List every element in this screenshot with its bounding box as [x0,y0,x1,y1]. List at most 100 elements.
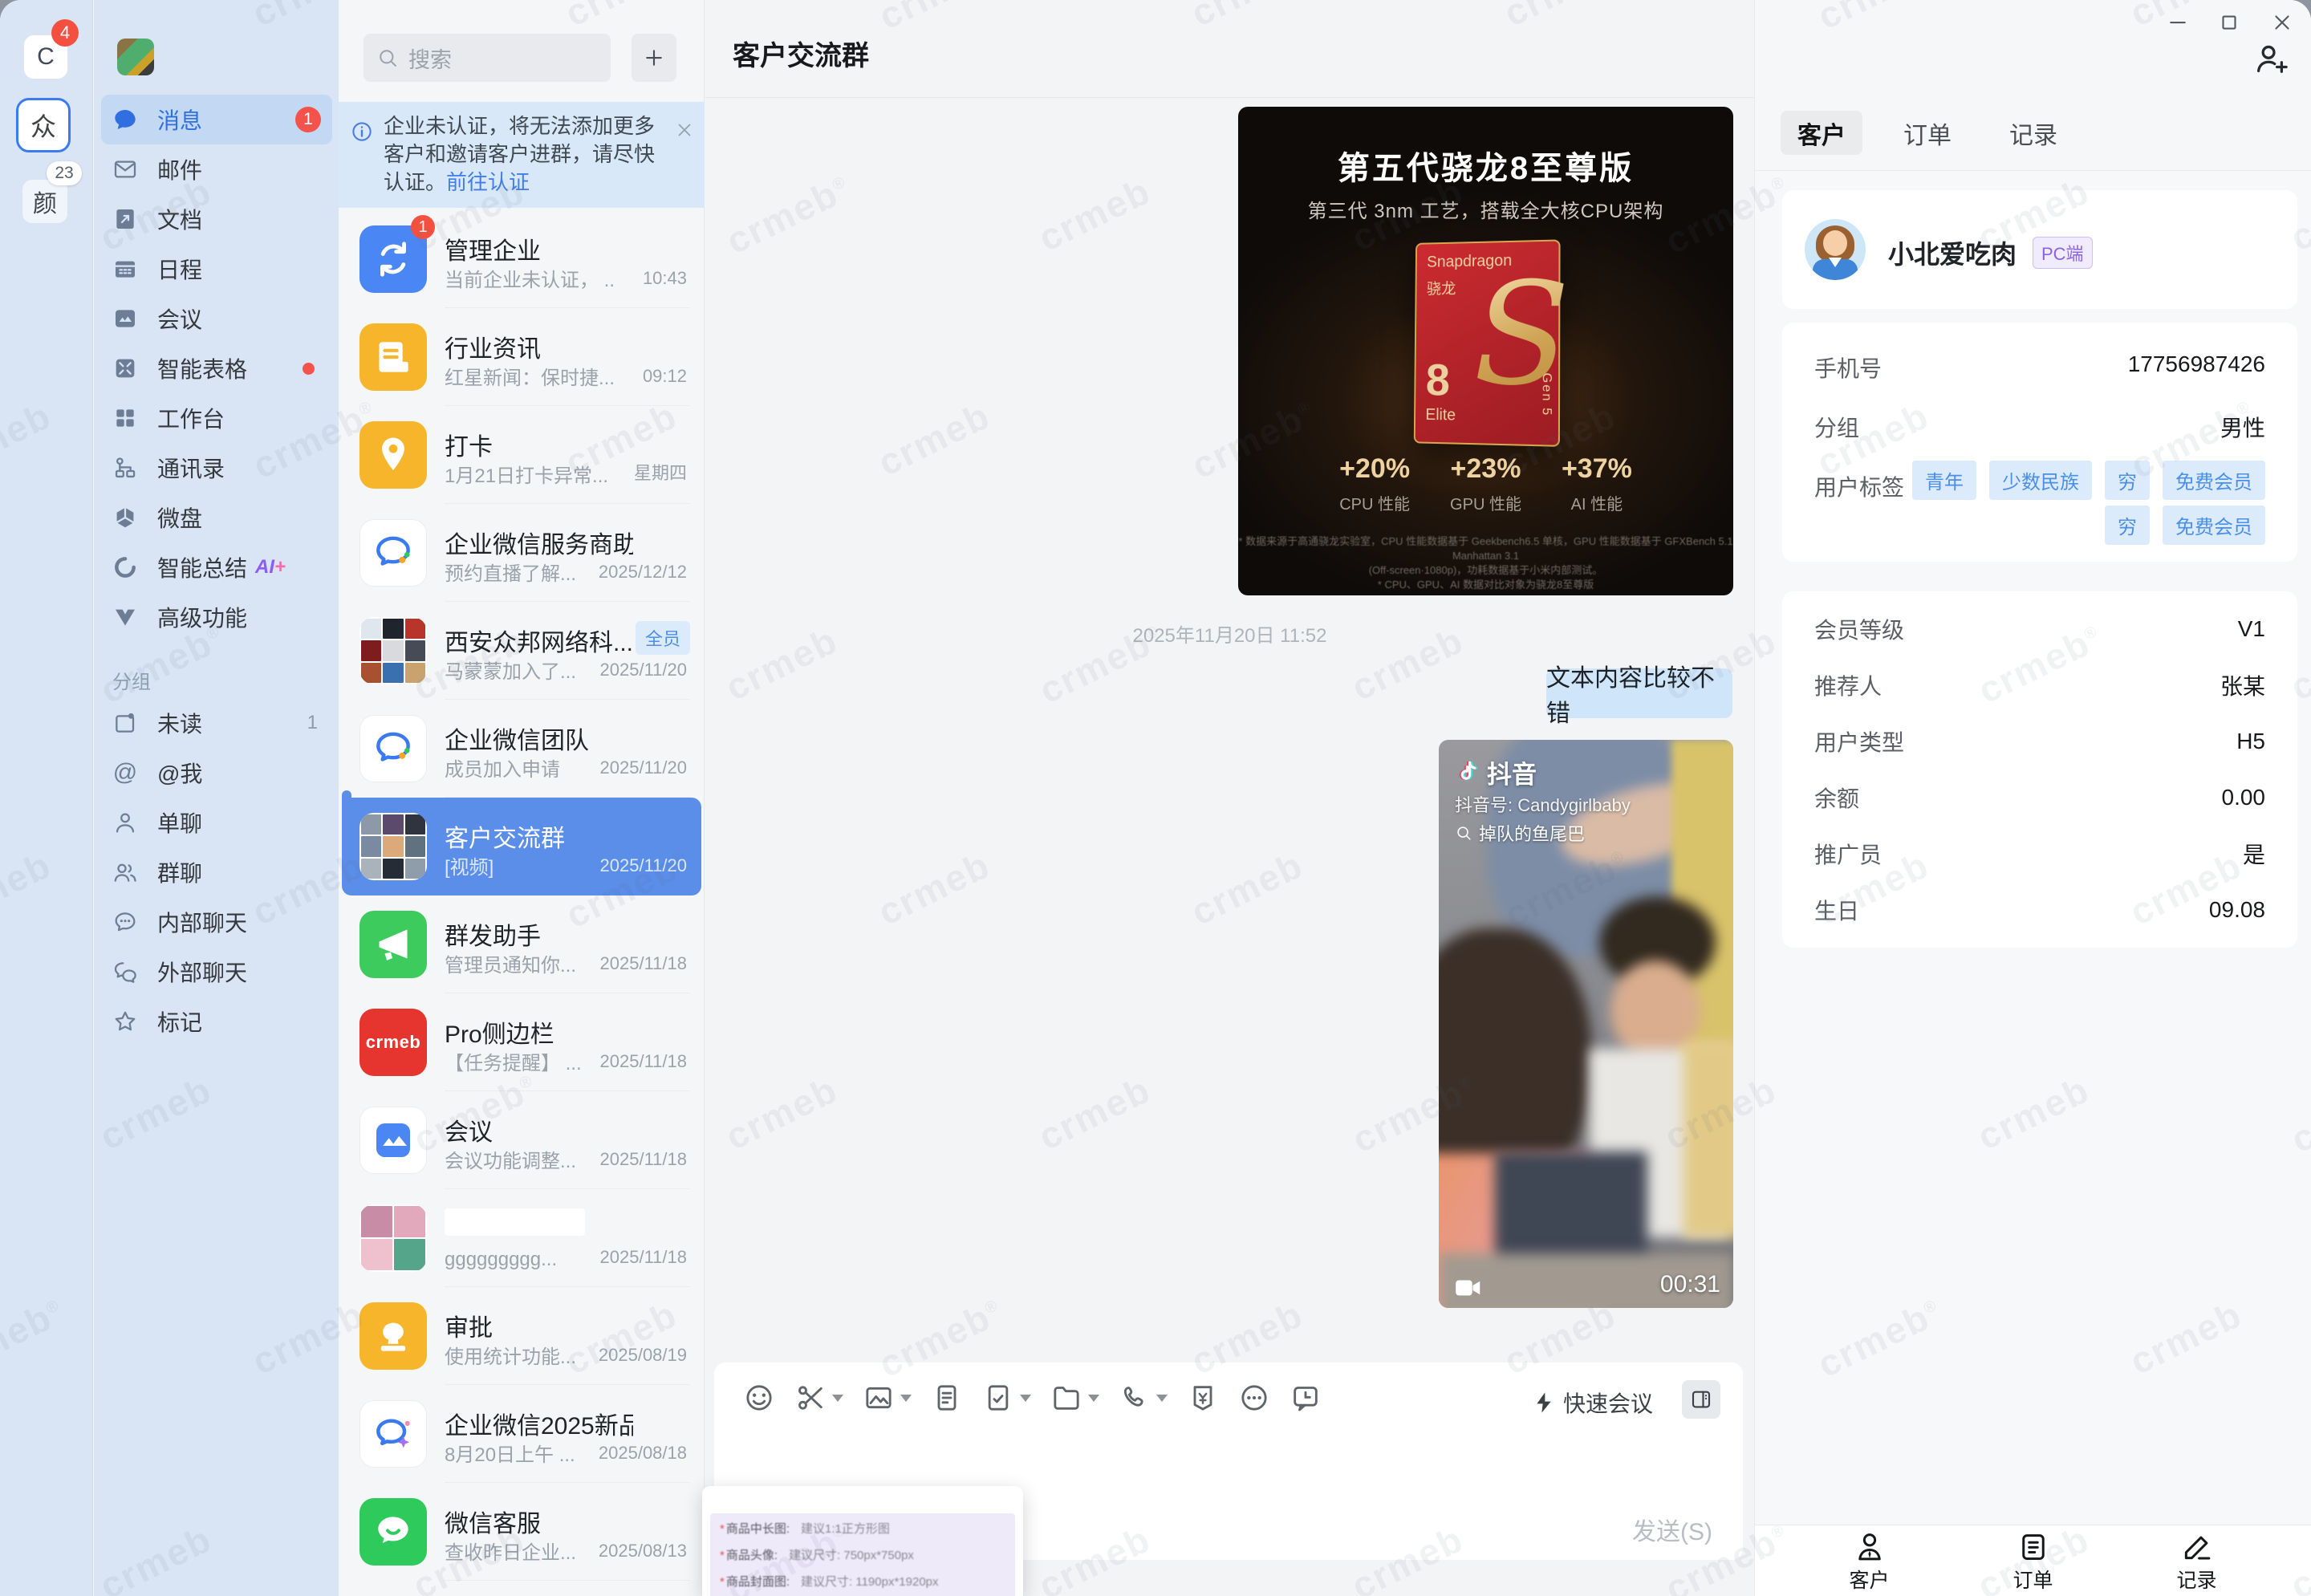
chat-list-item-0[interactable]: 1 管理企业 当前企业未认证， ... 10:43 [342,210,701,308]
send-button[interactable]: 发送(S) [1632,1512,1712,1547]
workspace-strip: 4 C 众 23 颜 [0,0,93,1596]
image-button[interactable] [863,1382,912,1414]
sidebar-item-6[interactable]: 工作台 [101,393,332,443]
footer-tab-客户[interactable]: 客户 [1834,1530,1906,1596]
minimize-button[interactable] [2162,6,2194,39]
internal-chat-icon [115,912,136,932]
summary-icon [115,557,136,578]
file-button[interactable] [931,1382,963,1414]
bolt-icon [1531,1390,1557,1415]
chat-list-item-10[interactable]: ggggggggg... 2025/11/18 [342,1189,701,1287]
douyin-logo: 抖音 [1453,754,1537,790]
image-message[interactable]: 第五代骁龙8至尊版 第三代 3nm 工艺，搭载全大核CPU架构 Snapdrag… [1238,107,1733,595]
sidebar-group-5[interactable]: 外部聊天 [101,947,332,997]
sidebar-item-10[interactable]: 高级功能 [101,592,332,642]
pin-icon [382,437,404,471]
history-button[interactable] [1290,1382,1322,1414]
chat-item-title: 管理企业 [445,238,541,265]
chat-list-item-7[interactable]: 群发助手 管理员通知你... 2025/11/18 [342,895,701,993]
sidebar-item-0[interactable]: 消息 1 [101,95,332,144]
quick-meeting-button[interactable]: 快速会议 [1531,1387,1653,1419]
video-message[interactable]: 抖音 抖音号: Candygirlbaby 掉队的鱼尾巴 00:31 [1439,740,1733,1308]
sidebar-item-7[interactable]: 通讯录 [101,443,332,493]
maximize-button[interactable] [2213,6,2245,39]
sidebar-item-label: 会议 [157,307,203,332]
user-tag[interactable]: 免费会员 [2163,506,2265,545]
crm-tab-0[interactable]: 客户 [1781,111,1862,155]
chevron-down-icon[interactable] [1020,1394,1031,1402]
chevron-down-icon[interactable] [900,1394,912,1402]
product-form-popup[interactable]: * 商品中长图: 建议1:1正方形图 * 商品头像: 建议尺寸: 750px*750px *… [702,1486,1023,1596]
chat-list-item-6[interactable]: 客户交流群 [视频] 2025/11/20 [342,798,701,895]
add-chat-button[interactable] [632,34,676,82]
chat-list-item-13[interactable]: 微信客服 查收昨日企业... 2025/08/13 [342,1483,701,1581]
snapdragon-footnote: * 数据来源于高通骁龙实验室，CPU 性能数据基于 Geekbench6.5 单… [1238,535,1733,591]
sidebar-item-9[interactable]: 智能总结 AI+ [101,542,332,592]
sidebar-item-3[interactable]: 日程 [101,244,332,294]
close-notice-icon[interactable] [674,120,695,140]
chat-list-item-5[interactable]: 企业微信团队 成员加入申请 2025/11/20 [342,700,701,798]
search-input[interactable]: 搜索 [364,34,611,82]
sidebar-group-6[interactable]: 标记 [101,997,332,1046]
history-icon [1294,1387,1318,1411]
chat-list-item-12[interactable]: 企业微信2025新品发布 8月20日上午 ... 2025/08/18 [342,1385,701,1483]
chat-list-item-9[interactable]: 会议 会议功能调整... 2025/11/18 [342,1091,701,1189]
sidebar-item-1[interactable]: 邮件 [101,144,332,194]
chevron-down-icon[interactable] [1088,1394,1099,1402]
sidebar-group-1[interactable]: @ @我 [101,748,332,798]
sidebar-toggle-button[interactable] [1682,1380,1720,1419]
crm-tab-1[interactable]: 订单 [1887,111,1968,155]
chat-list-item-8[interactable]: crmeb Pro侧边栏 【任务提醒】 ... 2025/11/18 [342,993,701,1091]
workspace-item-yan[interactable]: 颜 [22,180,67,223]
user-tag[interactable]: 青年 [1912,461,1976,500]
avatar[interactable] [117,39,154,75]
red-packet-button[interactable] [1187,1382,1219,1414]
user-tag[interactable]: 少数民族 [1989,461,2092,500]
close-button[interactable] [2266,6,2298,39]
chevron-down-icon[interactable] [1156,1394,1168,1402]
chevron-down-icon[interactable] [832,1394,843,1402]
sidebar-item-4[interactable]: 会议 [101,294,332,343]
sidebar-group-3[interactable]: 群聊 [101,847,332,897]
user-tag[interactable]: 免费会员 [2163,461,2265,500]
chat-list-item-3[interactable]: 企业微信服务商助手预约直播了解... 2025/12/12 [342,504,701,602]
chat-list-item-4[interactable]: 西安众邦网络科... 全员 马蒙蒙加入了... 2025/11/20 [342,602,701,700]
wecom-window: 4 C 众 23 颜 消息 1 邮件 文档 日程会议智能表格 工作台 通讯录 微盘 智能总结 AI… [0,0,2311,1596]
go-verify-link[interactable]: 前往认证 [446,170,530,194]
chat-list-item-14[interactable]: 数据资产交接 [342,1581,701,1596]
chat-item-time: 10:43 [642,268,687,288]
sidebar-scrollbar[interactable] [342,790,351,883]
todo-button[interactable] [982,1382,1031,1414]
info-row: 推荐人 张某 [1814,674,2265,699]
sidebar-group-4[interactable]: 内部聊天 [101,897,332,947]
sidebar-group-0[interactable]: 未读 1 [101,698,332,748]
sidebar-item-8[interactable]: 微盘 [101,493,332,542]
sidebar-item-5[interactable]: 智能表格 [101,343,332,393]
footer-tab-订单[interactable]: 订单 [1997,1530,2069,1596]
folder-button[interactable] [1050,1382,1099,1414]
call-button[interactable] [1119,1382,1168,1414]
user-tag[interactable]: 穷 [2105,506,2150,545]
text-message-bubble[interactable]: 文本内容比较不错 [1546,665,1732,727]
chat-list-item-11[interactable]: 审批 使用统计功能... 2025/08/19 [342,1287,701,1385]
chat-list-panel: 搜索 企业未认证，将无法添加更多 客户和邀请客户进群，请尽快 认证。前往认证 1… [339,0,705,1596]
chat-list-item-1[interactable]: 行业资讯 红星新闻：保时捷... 09:12 [342,308,701,406]
chat-item-title: 企业微信团队 [445,728,589,754]
emoji-button[interactable] [743,1382,775,1414]
close-icon [678,124,691,136]
advanced-icon [116,609,135,626]
footer-tab-记录[interactable]: 记录 [2161,1530,2233,1596]
screenshot-button[interactable] [794,1382,843,1414]
user-tag[interactable]: 穷 [2105,461,2150,500]
order-icon [2021,1534,2045,1561]
crm-tab-2[interactable]: 记录 [1992,111,2074,155]
chat-list-item-2[interactable]: 打卡 1月21日打卡异常... 星期四 [342,406,701,504]
more-button[interactable] [1238,1382,1270,1414]
chat-item-title: 审批 [445,1315,493,1342]
sidebar-item-2[interactable]: 文档 [101,194,332,244]
sidebar-group-2[interactable]: 单聊 [101,798,332,847]
panel-toggle-icon [1692,1391,1711,1408]
workspace-item-active[interactable]: 众 [16,98,71,152]
chat-item-time: 2025/08/13 [598,1541,687,1561]
add-member-button[interactable] [2252,40,2289,77]
